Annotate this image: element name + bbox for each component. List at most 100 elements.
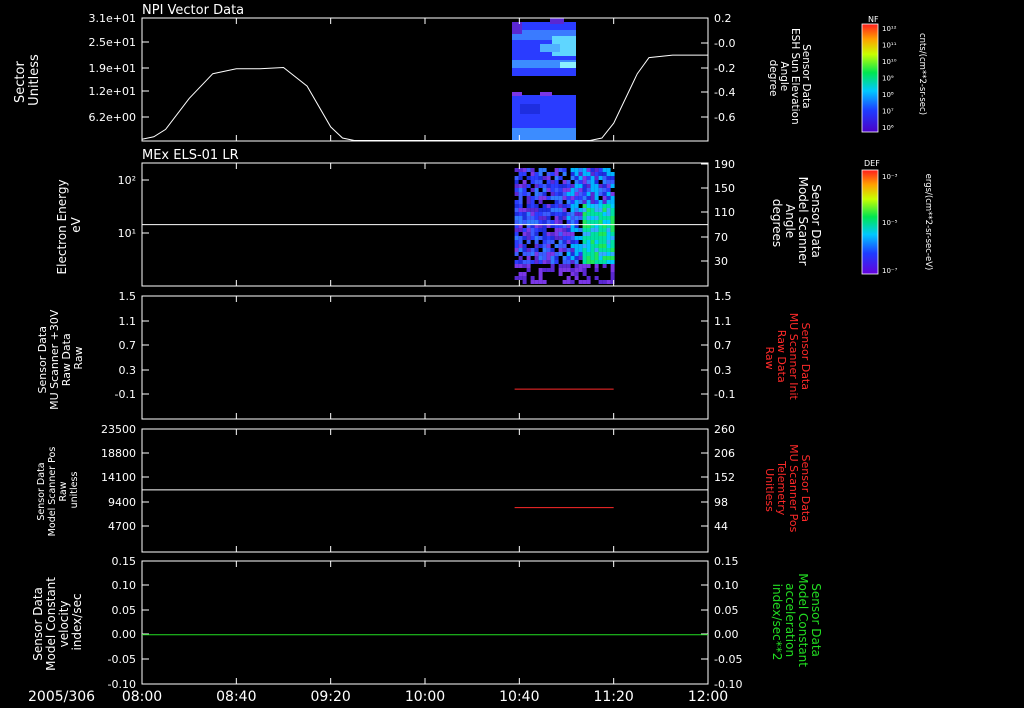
spectrogram-cell [574, 180, 579, 184]
spectrogram-cell [530, 216, 535, 220]
spectrogram-cell [542, 256, 547, 260]
spectrogram-cell [606, 204, 611, 208]
spectrogram-cell [570, 252, 575, 256]
spectrogram-cell [550, 204, 555, 208]
spectrogram-cell [546, 220, 551, 224]
spectrogram-cell [526, 200, 531, 204]
spectrogram-cell [578, 252, 583, 256]
spectrogram-cell [554, 200, 559, 204]
right-axis: 260 206 152 98 44 [701, 423, 735, 533]
spectrogram-cell [598, 256, 603, 260]
spectrogram-cell [514, 232, 519, 236]
spectrogram-cell [570, 204, 575, 208]
spectrogram-cell [590, 172, 595, 176]
spectrogram-cell [530, 276, 535, 280]
spectrogram-cell [594, 184, 599, 188]
spectrogram-cell [542, 176, 547, 180]
spectrogram-cell [558, 232, 563, 236]
spectrogram-cell [534, 212, 539, 216]
spectrogram-cell [534, 236, 539, 240]
spectrogram-cell [602, 184, 607, 188]
spectrogram-cell [610, 276, 615, 280]
spectrogram-cell [606, 176, 611, 180]
spectrogram-cell [542, 240, 547, 244]
spectrogram-cell [550, 252, 555, 256]
y-tick-label: 1.1 [714, 315, 732, 328]
spectrogram-cell [570, 216, 575, 220]
spectrogram-cell [602, 260, 607, 264]
spectrogram-cell [566, 228, 571, 232]
spectrogram-cell [526, 260, 531, 264]
y-tick-label: 2.5e+01 [89, 36, 136, 49]
spectrogram-cell [582, 176, 587, 180]
spectrogram-cell [530, 236, 535, 240]
spectrogram-cell [522, 252, 527, 256]
spectrogram-cell [558, 272, 563, 276]
spectrogram-cell [514, 228, 519, 232]
spectrogram-cell [590, 220, 595, 224]
spectrogram-cell [522, 184, 527, 188]
y-tick-label: 110 [714, 206, 735, 219]
spectrogram-cell [610, 204, 615, 208]
y-tick-label: 44 [714, 520, 728, 533]
spectrogram-cell [610, 220, 615, 224]
spectrogram-cell [518, 240, 523, 244]
spectrogram-cell [546, 184, 551, 188]
spectrogram-cell [594, 220, 599, 224]
spectrogram-cell [606, 188, 611, 192]
spectrogram-cell [598, 248, 603, 252]
spectrogram-cell [610, 192, 615, 196]
spectrogram-cell [602, 236, 607, 240]
spectrogram-cell [594, 264, 599, 268]
spectrogram-cell [522, 228, 527, 232]
spectrogram-cell [538, 280, 543, 284]
spectrogram-cell [598, 216, 603, 220]
spectrogram-cell [598, 244, 603, 248]
spectrogram-cell [586, 168, 591, 172]
spectrogram-cell [570, 168, 575, 172]
spectrogram-cell [606, 208, 611, 212]
spectrogram-cell [538, 180, 543, 184]
spectrogram-cell [534, 216, 539, 220]
spectrogram-cell [546, 180, 551, 184]
spectrogram-cell [610, 184, 615, 188]
spectrogram-cell [586, 188, 591, 192]
y-tick-label: 150 [714, 182, 735, 195]
x-tick-label: 11:20 [593, 689, 633, 705]
spectrogram-cell [550, 236, 555, 240]
left-axis: 3.1e+01 2.5e+01 1.9e+01 1.2e+01 6.2e+00 [89, 12, 149, 124]
spectrogram-cell [518, 216, 523, 220]
spectrogram-cell [582, 172, 587, 176]
spectrogram-cell [586, 252, 591, 256]
y-tick-label: 260 [714, 423, 735, 436]
spectrogram-cell [574, 200, 579, 204]
spectrogram-cell [550, 232, 555, 236]
spectrogram-cell [574, 196, 579, 200]
spectrogram-cell [598, 212, 603, 216]
spectrogram-cell [562, 268, 567, 272]
spectrogram-cell [562, 188, 567, 192]
spectrogram-cell [558, 240, 563, 244]
spectrogram-cell [586, 204, 591, 208]
y-tick-label: -0.1 [714, 388, 735, 401]
spectrogram-cell [554, 184, 559, 188]
spectrogram-cell [514, 240, 519, 244]
spectrogram-cell [590, 216, 595, 220]
spectrogram-cell [522, 248, 527, 252]
y-tick-label: 70 [714, 231, 728, 244]
spectrogram-cell [598, 204, 603, 208]
spectrogram-cell [558, 268, 563, 272]
spectrogram-cell [598, 192, 603, 196]
right-axis-label: Sensor Data ESH Sun Elevation Angle degr… [767, 28, 812, 128]
spectrogram-cell [558, 236, 563, 240]
spectrogram-cell [610, 232, 615, 236]
left-axis-label: Sensor Data Model Scanner Pos Raw unitle… [36, 444, 80, 537]
spectrogram-cell [514, 244, 519, 248]
spectrogram-cell [542, 236, 547, 240]
y-tick-label: -0.4 [714, 86, 735, 99]
spectrogram-cell [530, 208, 535, 212]
spectrogram-cell [522, 272, 527, 276]
spectrogram-cell [566, 232, 571, 236]
spectrogram-cell [522, 208, 527, 212]
spectrogram-cell [518, 200, 523, 204]
